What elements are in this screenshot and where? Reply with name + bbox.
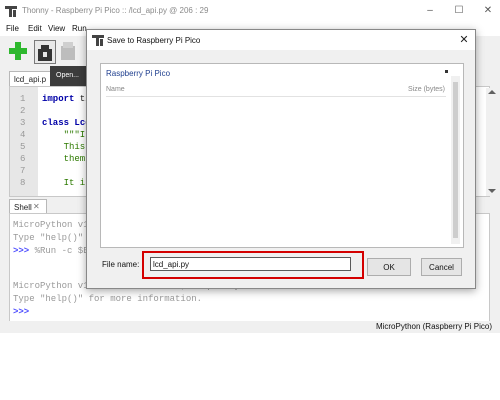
shell-tab[interactable]: Shell ✕	[9, 199, 47, 214]
thonny-logo-icon	[5, 6, 17, 17]
new-file-icon[interactable]	[8, 40, 28, 62]
file-name-input[interactable]	[150, 257, 351, 271]
title-bar: Thonny - Raspberry Pi Pico :: /lcd_api.p…	[0, 0, 500, 22]
cancel-button[interactable]: Cancel	[421, 258, 462, 276]
code-line: class Lcd	[42, 118, 91, 128]
close-window-icon[interactable]: ✕	[482, 5, 494, 17]
column-header-size[interactable]: Size (bytes)	[408, 86, 445, 93]
code-line: This	[42, 142, 86, 152]
save-file-icon[interactable]	[34, 40, 56, 64]
line-number: 4	[20, 130, 26, 140]
column-header-name[interactable]: Name	[106, 86, 125, 93]
header-divider	[106, 96, 446, 97]
ok-button[interactable]: OK	[367, 258, 411, 276]
editor-tab[interactable]: lcd_api.p	[9, 71, 55, 87]
window-title: Thonny - Raspberry Pi Pico :: /lcd_api.p…	[22, 6, 209, 15]
menu-edit[interactable]: Edit	[28, 24, 42, 33]
location-label: Raspberry Pi Pico	[106, 69, 171, 78]
code-line: """In	[42, 130, 91, 140]
editor-tab-label: lcd_api.p	[14, 75, 47, 84]
minimize-icon[interactable]: –	[424, 5, 436, 17]
shell-line: Type "help()" for more information.	[13, 294, 203, 304]
menu-run[interactable]: Run	[72, 24, 87, 33]
interpreter-status[interactable]: MicroPython (Raspberry Pi Pico)	[376, 322, 492, 331]
save-dialog: Save to Raspberry Pi Pico ✕ Raspberry Pi…	[86, 29, 476, 289]
file-browser-panel[interactable]: Raspberry Pi Pico Name Size (bytes)	[100, 63, 464, 248]
shell-line: Type "help()"	[13, 233, 84, 243]
code-line: import ti	[42, 94, 91, 104]
file-name-label: File name:	[102, 260, 140, 269]
code-line: them	[42, 154, 86, 164]
code-line: It is	[42, 178, 91, 188]
close-icon[interactable]: ✕	[457, 33, 471, 47]
dialog-title: Save to Raspberry Pi Pico	[107, 36, 201, 45]
thonny-logo-icon	[92, 35, 104, 46]
location-marker	[445, 70, 448, 73]
dialog-title-bar: Save to Raspberry Pi Pico ✕	[87, 30, 475, 50]
line-number: 1	[20, 94, 26, 104]
shell-line: MicroPython v1	[13, 220, 89, 230]
shell-line: >>> %Run -c $E	[13, 246, 89, 256]
scroll-down-icon[interactable]	[488, 188, 496, 194]
line-number: 5	[20, 142, 26, 152]
panel-scrollbar-thumb[interactable]	[453, 82, 458, 238]
menu-file[interactable]: File	[6, 24, 19, 33]
scroll-up-icon[interactable]	[488, 89, 496, 95]
editor-scrollbar[interactable]	[486, 88, 498, 196]
line-number: 6	[20, 154, 26, 164]
maximize-icon[interactable]: ☐	[453, 5, 465, 17]
status-bar: MicroPython (Raspberry Pi Pico)	[0, 321, 500, 333]
tooltip-text: Open...	[56, 72, 79, 79]
line-number-gutter: 1 2 3 4 5 6 7 8	[10, 87, 38, 196]
line-number: 7	[20, 166, 26, 176]
menu-view[interactable]: View	[48, 24, 65, 33]
close-tab-icon[interactable]: ✕	[33, 202, 40, 211]
line-number: 2	[20, 106, 26, 116]
open-file-icon[interactable]	[58, 40, 78, 62]
tooltip: Open...	[50, 66, 88, 86]
shell-prompt[interactable]: >>>	[13, 307, 29, 317]
line-number: 8	[20, 178, 26, 188]
line-number: 3	[20, 118, 26, 128]
shell-tab-label: Shell	[14, 203, 32, 212]
